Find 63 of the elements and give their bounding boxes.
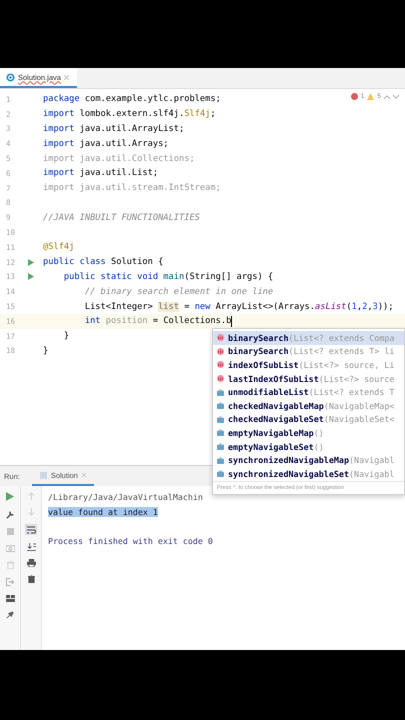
chevron-down-icon[interactable] bbox=[393, 94, 399, 98]
layout-icon[interactable] bbox=[6, 595, 14, 602]
camera-icon[interactable] bbox=[6, 544, 14, 552]
console-icon bbox=[40, 472, 47, 478]
close-icon[interactable] bbox=[64, 74, 69, 80]
text-cursor bbox=[231, 316, 232, 327]
scroll-to-end-icon[interactable] bbox=[26, 543, 36, 551]
console-output: Process finished with exit code 0 bbox=[48, 536, 213, 546]
code-line: import java.util.Collections; bbox=[43, 154, 195, 164]
code-line: import java.util.Arrays; bbox=[43, 138, 169, 149]
console-output: value found at index 1 bbox=[48, 506, 158, 517]
class-file-icon bbox=[6, 72, 15, 82]
stop-icon[interactable] bbox=[6, 528, 14, 535]
code-line: @Slf4j bbox=[43, 242, 74, 252]
static-member-icon bbox=[217, 388, 224, 396]
arrow-up-icon[interactable] bbox=[28, 492, 34, 500]
completion-item[interactable]: unmodifiableList(List<? extends T bbox=[213, 385, 404, 399]
pin-icon[interactable] bbox=[6, 611, 14, 619]
code-line: } bbox=[62, 331, 70, 342]
method-icon bbox=[217, 375, 224, 382]
code-line: import java.util.List; bbox=[43, 168, 158, 178]
code-line: public static void main(String[] args) { bbox=[62, 272, 274, 282]
code-line: List<Integer> list = new ArrayList<>(Arrays.asList(1,2,3)); bbox=[84, 302, 394, 312]
run-icon[interactable] bbox=[6, 492, 14, 501]
close-icon[interactable] bbox=[82, 473, 86, 477]
code-line: public class Solution { bbox=[43, 257, 164, 268]
console-output: /Library/Java/JavaVirtualMachin bbox=[48, 492, 203, 502]
static-member-icon bbox=[217, 429, 224, 436]
completion-item[interactable]: binarySearch(List<? extends T> li bbox=[213, 344, 404, 358]
static-member-icon bbox=[217, 402, 224, 410]
method-icon bbox=[217, 361, 224, 368]
code-line: import lombok.extern.slf4j.Slf4j; bbox=[43, 109, 216, 120]
print-icon[interactable] bbox=[26, 559, 36, 567]
method-icon bbox=[217, 334, 224, 342]
static-member-icon bbox=[217, 443, 224, 450]
completion-item[interactable]: binarySearch(List<? extends Compa bbox=[213, 331, 404, 345]
completion-item[interactable]: emptyNavigableMap() bbox=[213, 426, 404, 440]
completion-item[interactable]: indexOfSubList(List<?> source, Li bbox=[213, 358, 404, 372]
static-member-icon bbox=[217, 470, 224, 478]
method-icon bbox=[217, 348, 224, 355]
arrow-down-icon[interactable] bbox=[28, 508, 34, 516]
code-line: package com.example.ytlc.problems; bbox=[43, 94, 221, 104]
error-icon bbox=[350, 93, 358, 100]
code-line: // binary search element in one line bbox=[84, 286, 274, 297]
completion-item[interactable]: emptyNavigableSet() bbox=[213, 440, 404, 454]
code-line: int position = Collections.b bbox=[84, 316, 232, 327]
completion-item[interactable]: synchronizedNavigableMap(Navigabl bbox=[213, 453, 404, 467]
code-line: //JAVA INBUILT FUNCTIONALITIES bbox=[43, 212, 200, 223]
completion-item[interactable]: checkedNavigableSet(NavigableSet< bbox=[213, 412, 404, 426]
trash-icon[interactable] bbox=[28, 575, 34, 583]
exit-icon[interactable] bbox=[6, 578, 14, 586]
code-line: } bbox=[43, 346, 48, 356]
completion-item[interactable]: checkedNavigableMap(NavigableMap< bbox=[213, 398, 404, 413]
code-line: import java.util.ArrayList; bbox=[43, 124, 184, 134]
completion-item[interactable]: lastIndexOfSubList(List<?> source bbox=[213, 372, 404, 386]
wrench-icon[interactable] bbox=[6, 510, 14, 519]
static-member-icon bbox=[217, 456, 224, 464]
soft-wrap-icon[interactable] bbox=[25, 524, 37, 535]
completion-item[interactable]: synchronizedNavigableSet(Navigabl bbox=[213, 466, 404, 481]
static-member-icon bbox=[217, 416, 224, 423]
warning-icon bbox=[367, 93, 374, 100]
code-line: import java.util.stream.IntStream; bbox=[43, 183, 221, 194]
chevron-up-icon[interactable] bbox=[384, 94, 390, 98]
